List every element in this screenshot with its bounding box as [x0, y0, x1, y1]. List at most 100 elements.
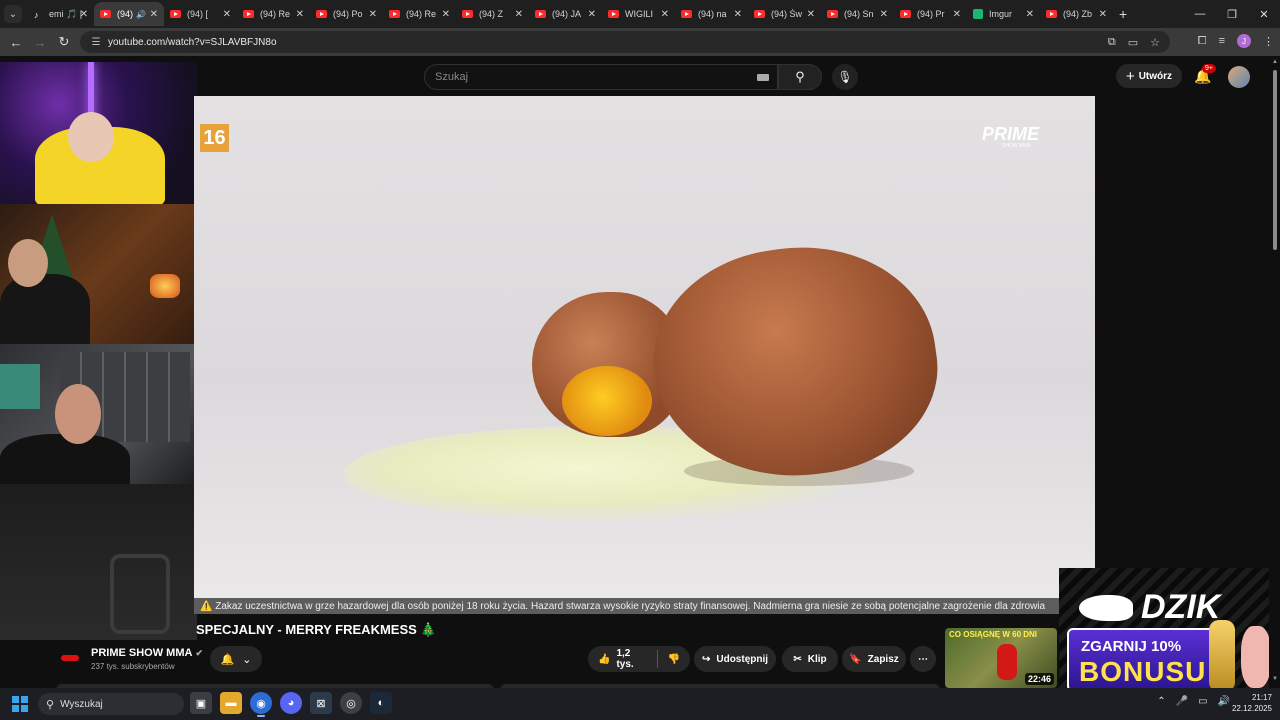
browser-tab[interactable]: (94) [✕ — [164, 2, 237, 26]
prime-logo-sub: SHOW MMA — [1002, 143, 1031, 149]
close-window-icon[interactable]: ✕ — [1248, 8, 1280, 21]
page-scrollbar[interactable]: ▲ ▼ — [1270, 56, 1280, 688]
forward-icon[interactable]: → — [28, 35, 52, 50]
browser-tab[interactable]: (94) na ✕ — [675, 2, 748, 26]
notifications-button[interactable]: 🔔 9+ — [1194, 64, 1216, 86]
taskbar-search[interactable]: ⚲ Wyszukaj — [38, 693, 184, 715]
tab-title: emi 🎵 | — [49, 8, 83, 19]
close-tab-icon[interactable]: ✕ — [150, 9, 158, 20]
tab-title: (94) Z — [479, 9, 504, 19]
bonus-headline: ZGARNIJ 10% — [1081, 638, 1182, 655]
close-tab-icon[interactable]: ✕ — [296, 9, 304, 20]
browser-tab[interactable]: WIGILI ✕ — [602, 2, 675, 26]
browser-tab[interactable]: (94) Sn ✕ — [821, 2, 894, 26]
like-button[interactable]: 👍 1,2 tys. — [588, 646, 657, 672]
browser-tab[interactable]: (94) JA ✕ — [529, 2, 602, 26]
close-tab-icon[interactable]: ✕ — [515, 9, 523, 20]
close-tab-icon[interactable]: ✕ — [880, 9, 888, 20]
bookmark-star-icon[interactable]: ☆ — [1150, 36, 1160, 49]
tab-search-menu-button[interactable]: ⌄ — [4, 5, 22, 23]
taskbar-clock[interactable]: 21:17 22.12.2025 — [1232, 692, 1272, 714]
channel-name-text[interactable]: PRIME SHOW MMA — [91, 647, 192, 659]
create-button[interactable]: + Utwórz — [1116, 64, 1182, 88]
new-tab-button[interactable]: + — [1119, 6, 1127, 22]
volume-icon[interactable]: 🔊 — [1218, 696, 1230, 707]
browser-tab[interactable]: (94) Zb ✕ — [1040, 2, 1113, 26]
like-dislike-group: 👍 1,2 tys. 👎 — [588, 646, 690, 672]
subscription-bell-button[interactable]: 🔔 ⌄ — [210, 646, 262, 672]
system-tray: ⌃ 🎤 ▭ 🔊 — [1157, 696, 1230, 707]
chevron-up-icon[interactable]: ⌃ — [1157, 696, 1165, 707]
obs-icon[interactable]: ◎ — [340, 692, 362, 714]
tab-audio-icon[interactable]: 🔊 — [136, 10, 146, 19]
notification-badge: 9+ — [1202, 64, 1216, 73]
browser-tab[interactable]: (94) Pr ✕ — [894, 2, 967, 26]
channel-avatar[interactable] — [58, 646, 82, 670]
xbox-icon[interactable]: ⊠ — [310, 692, 332, 714]
search-icon: ⚲ — [795, 69, 805, 84]
create-label: Utwórz — [1138, 70, 1173, 82]
clip-button[interactable]: ✂ Klip — [782, 646, 838, 672]
save-button[interactable]: 🔖 Zapisz — [842, 646, 906, 672]
site-info-icon[interactable]: ☰ — [86, 37, 106, 48]
scroll-thumb[interactable] — [1273, 70, 1277, 250]
close-tab-icon[interactable]: ✕ — [807, 9, 815, 20]
recommended-thumbnail[interactable]: CO OSIĄGNĘ W 60 DNI 22:46 — [945, 628, 1057, 688]
scroll-up-icon[interactable]: ▲ — [1272, 59, 1278, 65]
video-duration: 22:46 — [1024, 673, 1054, 685]
steam-icon[interactable]: ◐ — [370, 692, 392, 714]
browser-tab[interactable]: (94) 🔊 ✕ — [94, 2, 164, 26]
more-actions-button[interactable]: ⋯ — [910, 646, 936, 672]
close-tab-icon[interactable]: ✕ — [953, 9, 961, 20]
cast-icon[interactable]: ▭ — [1128, 36, 1138, 49]
browser-tab[interactable]: (94) Re ✕ — [383, 2, 456, 26]
save-label: Zapisz — [867, 653, 899, 665]
close-tab-icon[interactable]: ✕ — [1099, 9, 1107, 20]
keyboard-icon[interactable] — [757, 74, 769, 81]
tab-title: (94) Re — [260, 9, 291, 19]
close-tab-icon[interactable]: ✕ — [442, 9, 450, 20]
browser-tab[interactable]: (94) Z ✕ — [456, 2, 529, 26]
thumbnail-caption: CO OSIĄGNĘ W 60 DNI — [949, 630, 1038, 639]
browser-tab[interactable]: (94) Św ✕ — [748, 2, 821, 26]
url-text[interactable]: youtube.com/watch?v=SJLAVBFJN8o — [108, 37, 277, 48]
microphone-icon[interactable]: 🎤 — [1176, 696, 1188, 707]
close-tab-icon[interactable]: ✕ — [734, 9, 742, 20]
browser-tab[interactable]: ♪ emi 🎵 | ✕ — [28, 2, 94, 26]
back-icon[interactable]: ← — [4, 35, 28, 50]
close-tab-icon[interactable]: ✕ — [80, 9, 88, 20]
close-tab-icon[interactable]: ✕ — [1026, 9, 1034, 20]
discord-icon[interactable]: ◕ — [280, 692, 302, 714]
close-tab-icon[interactable]: ✕ — [223, 9, 231, 20]
restore-icon[interactable]: ❐ — [1216, 8, 1248, 21]
youtube-icon — [100, 10, 111, 18]
close-tab-icon[interactable]: ✕ — [661, 9, 669, 20]
profile-avatar[interactable]: J — [1237, 34, 1251, 48]
close-tab-icon[interactable]: ✕ — [369, 9, 377, 20]
address-bar[interactable]: ☰ youtube.com/watch?v=SJLAVBFJN8o ⧉ ▭ ☆ — [80, 31, 1170, 53]
file-explorer-icon[interactable]: ▬ — [220, 692, 242, 714]
media-controls-icon[interactable]: ≡ — [1219, 35, 1225, 47]
dislike-button[interactable]: 👎 — [658, 646, 690, 672]
network-icon[interactable]: ▭ — [1198, 696, 1207, 707]
minimize-icon[interactable]: — — [1184, 8, 1216, 20]
chrome-icon[interactable]: ◉ — [250, 692, 272, 717]
browser-tab[interactable]: Imgur ✕ — [967, 2, 1040, 26]
voice-search-button[interactable]: 🎙 — [832, 64, 858, 90]
scroll-down-icon[interactable]: ▼ — [1272, 676, 1278, 682]
account-avatar[interactable] — [1228, 66, 1250, 88]
browser-tab[interactable]: (94) Re ✕ — [237, 2, 310, 26]
search-input[interactable]: Szukaj — [424, 64, 778, 90]
windows-start-icon[interactable] — [12, 696, 28, 712]
translate-icon[interactable]: ⧉ — [1108, 36, 1116, 49]
reload-icon[interactable]: ↻ — [52, 34, 76, 50]
search-button[interactable]: ⚲ — [778, 64, 822, 90]
task-view-icon[interactable]: ▣ — [190, 692, 212, 714]
extensions-icon[interactable]: ⧠ — [1198, 35, 1207, 48]
close-tab-icon[interactable]: ✕ — [588, 9, 596, 20]
share-button[interactable]: ↪ Udostępnij — [694, 646, 776, 672]
browser-tab[interactable]: (94) Po ✕ — [310, 2, 383, 26]
browser-menu-icon[interactable]: ⋮ — [1263, 35, 1274, 48]
video-player[interactable]: 16 PRIME SHOW MMA — [194, 96, 1095, 614]
channel-name[interactable]: PRIME SHOW MMA ✔ — [91, 647, 203, 659]
